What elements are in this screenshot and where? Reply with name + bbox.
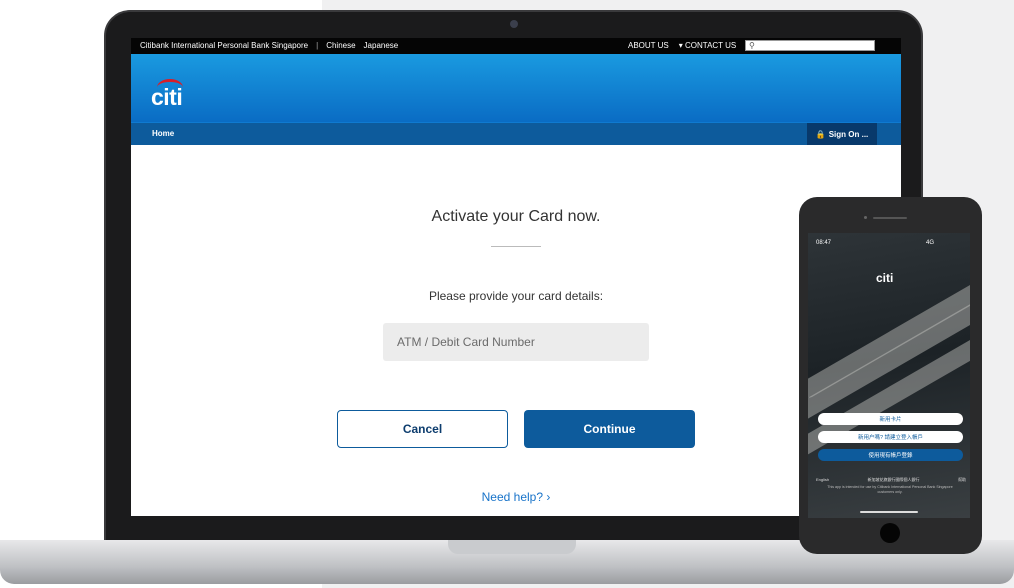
- brand-header: citi: [131, 54, 901, 122]
- phone-citi-logo: citi: [876, 271, 894, 285]
- sign-on-label: Sign On ...: [828, 129, 869, 139]
- about-us-link[interactable]: ABOUT US: [628, 41, 669, 50]
- title-divider: [491, 246, 541, 247]
- separator: |: [316, 41, 319, 50]
- phone-screen: 08:47 4G citi 新用卡片 新用户嗎? 請建立登入帳戶 使用現有帳戶登…: [808, 233, 970, 518]
- phone-fine-print: This app is intended for use by Citibank…: [827, 485, 953, 494]
- site-name-link[interactable]: Citibank International Personal Bank Sin…: [140, 41, 308, 50]
- phone-new-card-button[interactable]: 新用卡片: [818, 413, 963, 425]
- main-nav: Home 🔒 Sign On ...: [131, 122, 901, 145]
- laptop-camera: [510, 20, 518, 28]
- phone-login-button[interactable]: 使用現有帳戶登錄: [818, 449, 963, 461]
- phone-network: 4G: [926, 240, 935, 246]
- phone-bank-name: 新加坡花旗銀行國際個人銀行: [867, 477, 920, 482]
- lang-chinese-link[interactable]: Chinese: [326, 41, 355, 50]
- phone-register-button[interactable]: 新用户嗎? 請建立登入帳戶: [818, 431, 963, 443]
- search-box[interactable]: ⚲: [745, 40, 875, 51]
- page-title: Activate your Card now.: [431, 208, 601, 225]
- card-details-prompt: Please provide your card details:: [428, 289, 604, 303]
- sign-on-button[interactable]: 🔒 Sign On ...: [807, 123, 877, 145]
- lock-icon: 🔒: [815, 129, 826, 139]
- need-help-link[interactable]: Need help? ›: [131, 490, 901, 504]
- cancel-button[interactable]: Cancel: [337, 410, 508, 448]
- search-icon[interactable]: ⚲: [749, 41, 755, 50]
- search-input[interactable]: [758, 42, 868, 51]
- card-number-input[interactable]: [383, 323, 649, 361]
- phone-home-button: [880, 523, 900, 543]
- contact-us-label: CONTACT US: [685, 41, 737, 50]
- phone-language-link[interactable]: English: [816, 477, 829, 483]
- top-utility-bar: Citibank International Personal Bank Sin…: [131, 38, 901, 54]
- phone-home-indicator: [860, 511, 918, 513]
- phone-footer: English 新加坡花旗銀行國際個人銀行 幫助: [816, 477, 966, 483]
- phone-speaker: [873, 217, 907, 219]
- phone-front-camera: [864, 216, 867, 219]
- continue-button[interactable]: Continue: [524, 410, 695, 448]
- lang-japanese-link[interactable]: Japanese: [364, 41, 399, 50]
- phone-time: 08:47: [816, 240, 832, 246]
- citi-logo[interactable]: citi: [151, 84, 183, 111]
- contact-us-link[interactable]: ▾ CONTACT US: [679, 41, 737, 50]
- laptop-notch: [448, 540, 576, 554]
- phone-help-link[interactable]: 幫助: [958, 477, 966, 483]
- nav-home-link[interactable]: Home: [152, 129, 174, 138]
- laptop-screen: Citibank International Personal Bank Sin…: [131, 38, 901, 516]
